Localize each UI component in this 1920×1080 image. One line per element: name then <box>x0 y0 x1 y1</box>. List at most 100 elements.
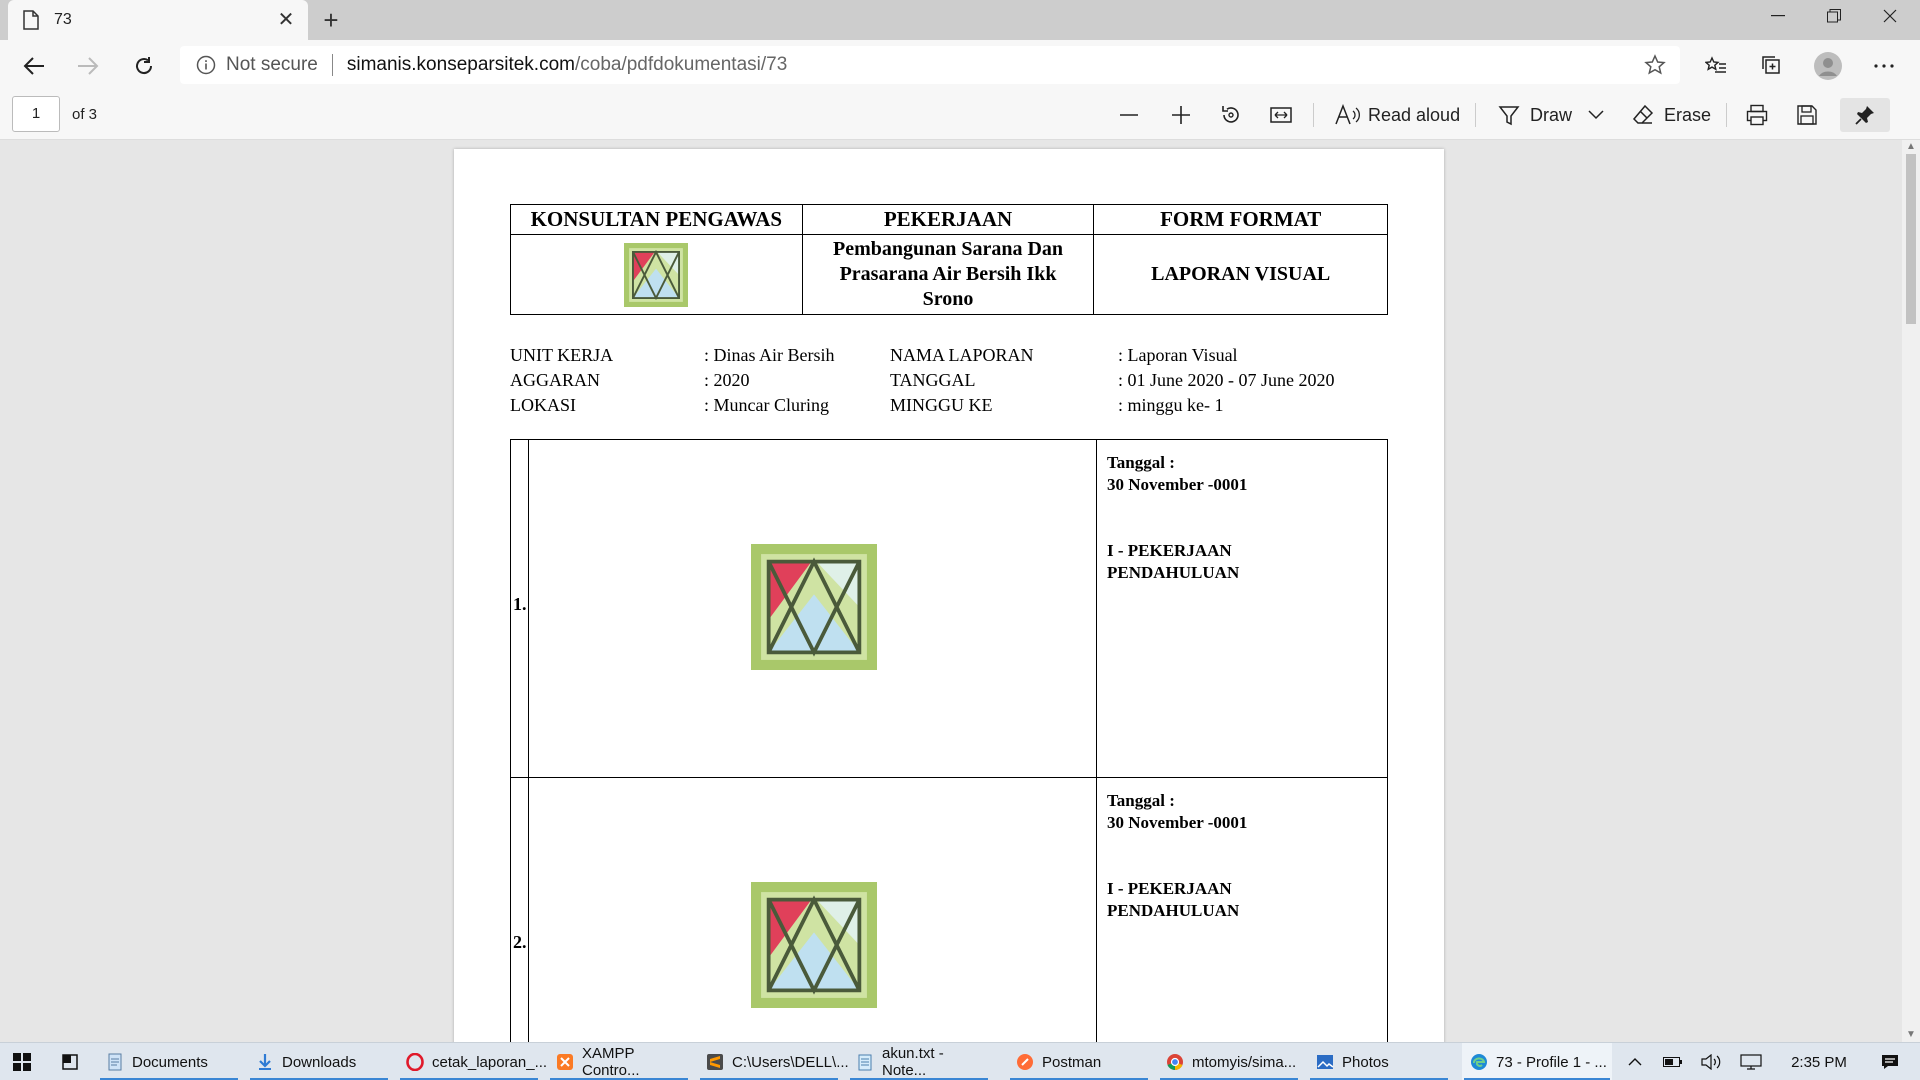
read-aloud-button[interactable]: Read aloud <box>1334 98 1460 132</box>
taskbar-label: Documents <box>132 1053 208 1071</box>
pin-toolbar-button[interactable] <box>1840 98 1890 132</box>
taskbar-item-downloads[interactable]: Downloads <box>248 1043 390 1080</box>
date-label: Tanggal : <box>1107 791 1175 810</box>
zoom-out-button[interactable] <box>1118 98 1140 132</box>
rotate-button[interactable] <box>1220 98 1242 132</box>
show-hidden-icons-button[interactable] <box>1618 1043 1652 1080</box>
download-icon <box>259 1054 271 1070</box>
read-aloud-icon <box>1335 104 1360 125</box>
taskbar-item-postman[interactable]: Postman <box>1008 1043 1150 1080</box>
taskbar-label: cetak_laporan_... <box>432 1053 548 1071</box>
value-lokasi: : Muncar Cluring <box>704 395 829 415</box>
tab-title: 73 <box>54 11 72 28</box>
start-button[interactable] <box>0 1043 44 1080</box>
visual-report-table: 1. Tanggal : 30 November -0001 I - PEKER… <box>510 439 1388 1042</box>
draw-options-button[interactable] <box>1588 98 1604 132</box>
label-minggu-ke: MINGGU KE <box>890 395 993 415</box>
taskbar-item-chrome[interactable]: mtomyis/sima... <box>1158 1043 1300 1080</box>
taskbar-item-documents[interactable]: Documents <box>98 1043 240 1080</box>
chrome-icon <box>1167 1054 1183 1071</box>
vertical-scrollbar[interactable]: ▲ ▼ <box>1902 140 1920 1042</box>
taskbar-item-opera[interactable]: cetak_laporan_... <box>398 1043 547 1080</box>
label-tanggal: TANGGAL <box>890 370 976 390</box>
taskbar-item-xampp[interactable]: XAMPP Contro... <box>548 1043 690 1080</box>
scroll-down-icon[interactable]: ▼ <box>1906 1030 1916 1040</box>
action-center-button[interactable] <box>1868 1043 1912 1080</box>
label-aggaran: AGGARAN <box>510 370 600 390</box>
network-indicator[interactable] <box>1732 1043 1770 1080</box>
taskbar-clock[interactable]: 2:35 PM <box>1774 1043 1864 1080</box>
toolbar-divider <box>1313 103 1314 127</box>
notepad-icon <box>858 1054 872 1071</box>
url-host: simanis.konseparsitek.com <box>346 54 575 75</box>
scrollbar-thumb[interactable] <box>1906 154 1916 324</box>
scroll-up-icon[interactable]: ▲ <box>1906 142 1916 152</box>
fit-width-icon <box>1270 107 1292 123</box>
plus-icon <box>1172 106 1190 124</box>
value-minggu-ke: : minggu ke- 1 <box>1118 395 1224 415</box>
taskbar-item-edge[interactable]: 73 - Profile 1 - ... <box>1462 1043 1612 1080</box>
favorites-button[interactable] <box>1700 50 1732 82</box>
header-form-format: FORM FORMAT <box>1093 204 1388 235</box>
star-icon[interactable] <box>1644 54 1666 76</box>
taskbar-label: Photos <box>1342 1053 1389 1071</box>
fit-page-button[interactable] <box>1270 98 1292 132</box>
forward-button[interactable] <box>70 48 106 84</box>
draw-label: Draw <box>1530 104 1573 125</box>
info-icon[interactable] <box>196 55 216 75</box>
settings-menu-button[interactable] <box>1868 50 1900 82</box>
info-values-right: : Laporan Visual : 01 June 2020 - 07 Jun… <box>1118 343 1334 418</box>
project-line-2: Prasarana Air Bersih Ikk <box>839 263 1057 285</box>
pdf-page: KONSULTAN PENGAWAS PEKERJAAN FORM FORMAT <box>454 149 1444 1042</box>
browser-tab[interactable]: 73 ✕ <box>8 0 308 40</box>
close-tab-icon[interactable]: ✕ <box>274 8 298 32</box>
profile-button[interactable] <box>1812 50 1844 82</box>
windows-logo-icon <box>13 1053 31 1071</box>
task-view-button[interactable] <box>50 1043 90 1080</box>
new-tab-button[interactable]: + <box>316 5 346 35</box>
erase-button[interactable]: Erase <box>1632 98 1711 132</box>
close-window-button[interactable] <box>1862 0 1918 32</box>
consultant-logo-cell <box>510 234 803 315</box>
address-bar[interactable]: Not secure simanis.konseparsitek.com/cob… <box>180 46 1680 84</box>
forward-arrow-icon <box>78 57 99 75</box>
eraser-icon <box>1632 104 1654 124</box>
taskbar-item-notepad[interactable]: akun.txt - Note... <box>848 1043 990 1080</box>
chevron-up-icon <box>1628 1058 1642 1066</box>
volume-control[interactable] <box>1694 1043 1728 1080</box>
table-row: 1. Tanggal : 30 November -0001 I - PEKER… <box>510 439 1388 778</box>
opera-icon <box>406 1053 424 1071</box>
value-unit-kerja: : Dinas Air Bersih <box>704 345 835 365</box>
page-number-input[interactable]: 1 <box>12 96 60 132</box>
taskbar-label: Downloads <box>282 1053 357 1071</box>
draw-button[interactable]: Draw <box>1498 98 1572 132</box>
photo-placeholder-logo <box>751 882 877 1008</box>
more-icon <box>1874 64 1894 68</box>
row-gutter <box>510 777 529 1042</box>
print-button[interactable] <box>1746 98 1768 132</box>
restore-icon <box>1827 9 1841 23</box>
speaker-icon <box>1701 1054 1721 1070</box>
battery-indicator[interactable] <box>1656 1043 1690 1080</box>
collections-button[interactable] <box>1756 50 1788 82</box>
pdf-viewer[interactable]: KONSULTAN PENGAWAS PEKERJAAN FORM FORMAT <box>0 140 1902 1042</box>
work-item-line-1: I - PEKERJAAN <box>1107 541 1232 560</box>
refresh-button[interactable] <box>126 48 162 84</box>
minimize-button[interactable] <box>1750 0 1806 32</box>
rotate-icon <box>1222 106 1239 123</box>
printer-icon <box>1746 104 1768 126</box>
back-button[interactable] <box>16 48 52 84</box>
date-value: 30 November -0001 <box>1107 813 1248 832</box>
taskbar-item-sublime[interactable]: C:\Users\DELL\... <box>698 1043 849 1080</box>
taskbar-item-photos[interactable]: Photos <box>1308 1043 1450 1080</box>
page-icon <box>23 10 39 30</box>
save-button[interactable] <box>1796 98 1818 132</box>
zoom-in-button[interactable] <box>1170 98 1192 132</box>
work-item-line-2: PENDAHULUAN <box>1107 563 1240 582</box>
xampp-icon <box>557 1054 573 1070</box>
read-aloud-label: Read aloud <box>1368 104 1461 125</box>
restore-button[interactable] <box>1806 0 1862 32</box>
value-aggaran: : 2020 <box>704 370 750 390</box>
header-table: KONSULTAN PENGAWAS PEKERJAAN FORM FORMAT <box>510 204 1388 315</box>
label-unit-kerja: UNIT KERJA <box>510 345 614 365</box>
